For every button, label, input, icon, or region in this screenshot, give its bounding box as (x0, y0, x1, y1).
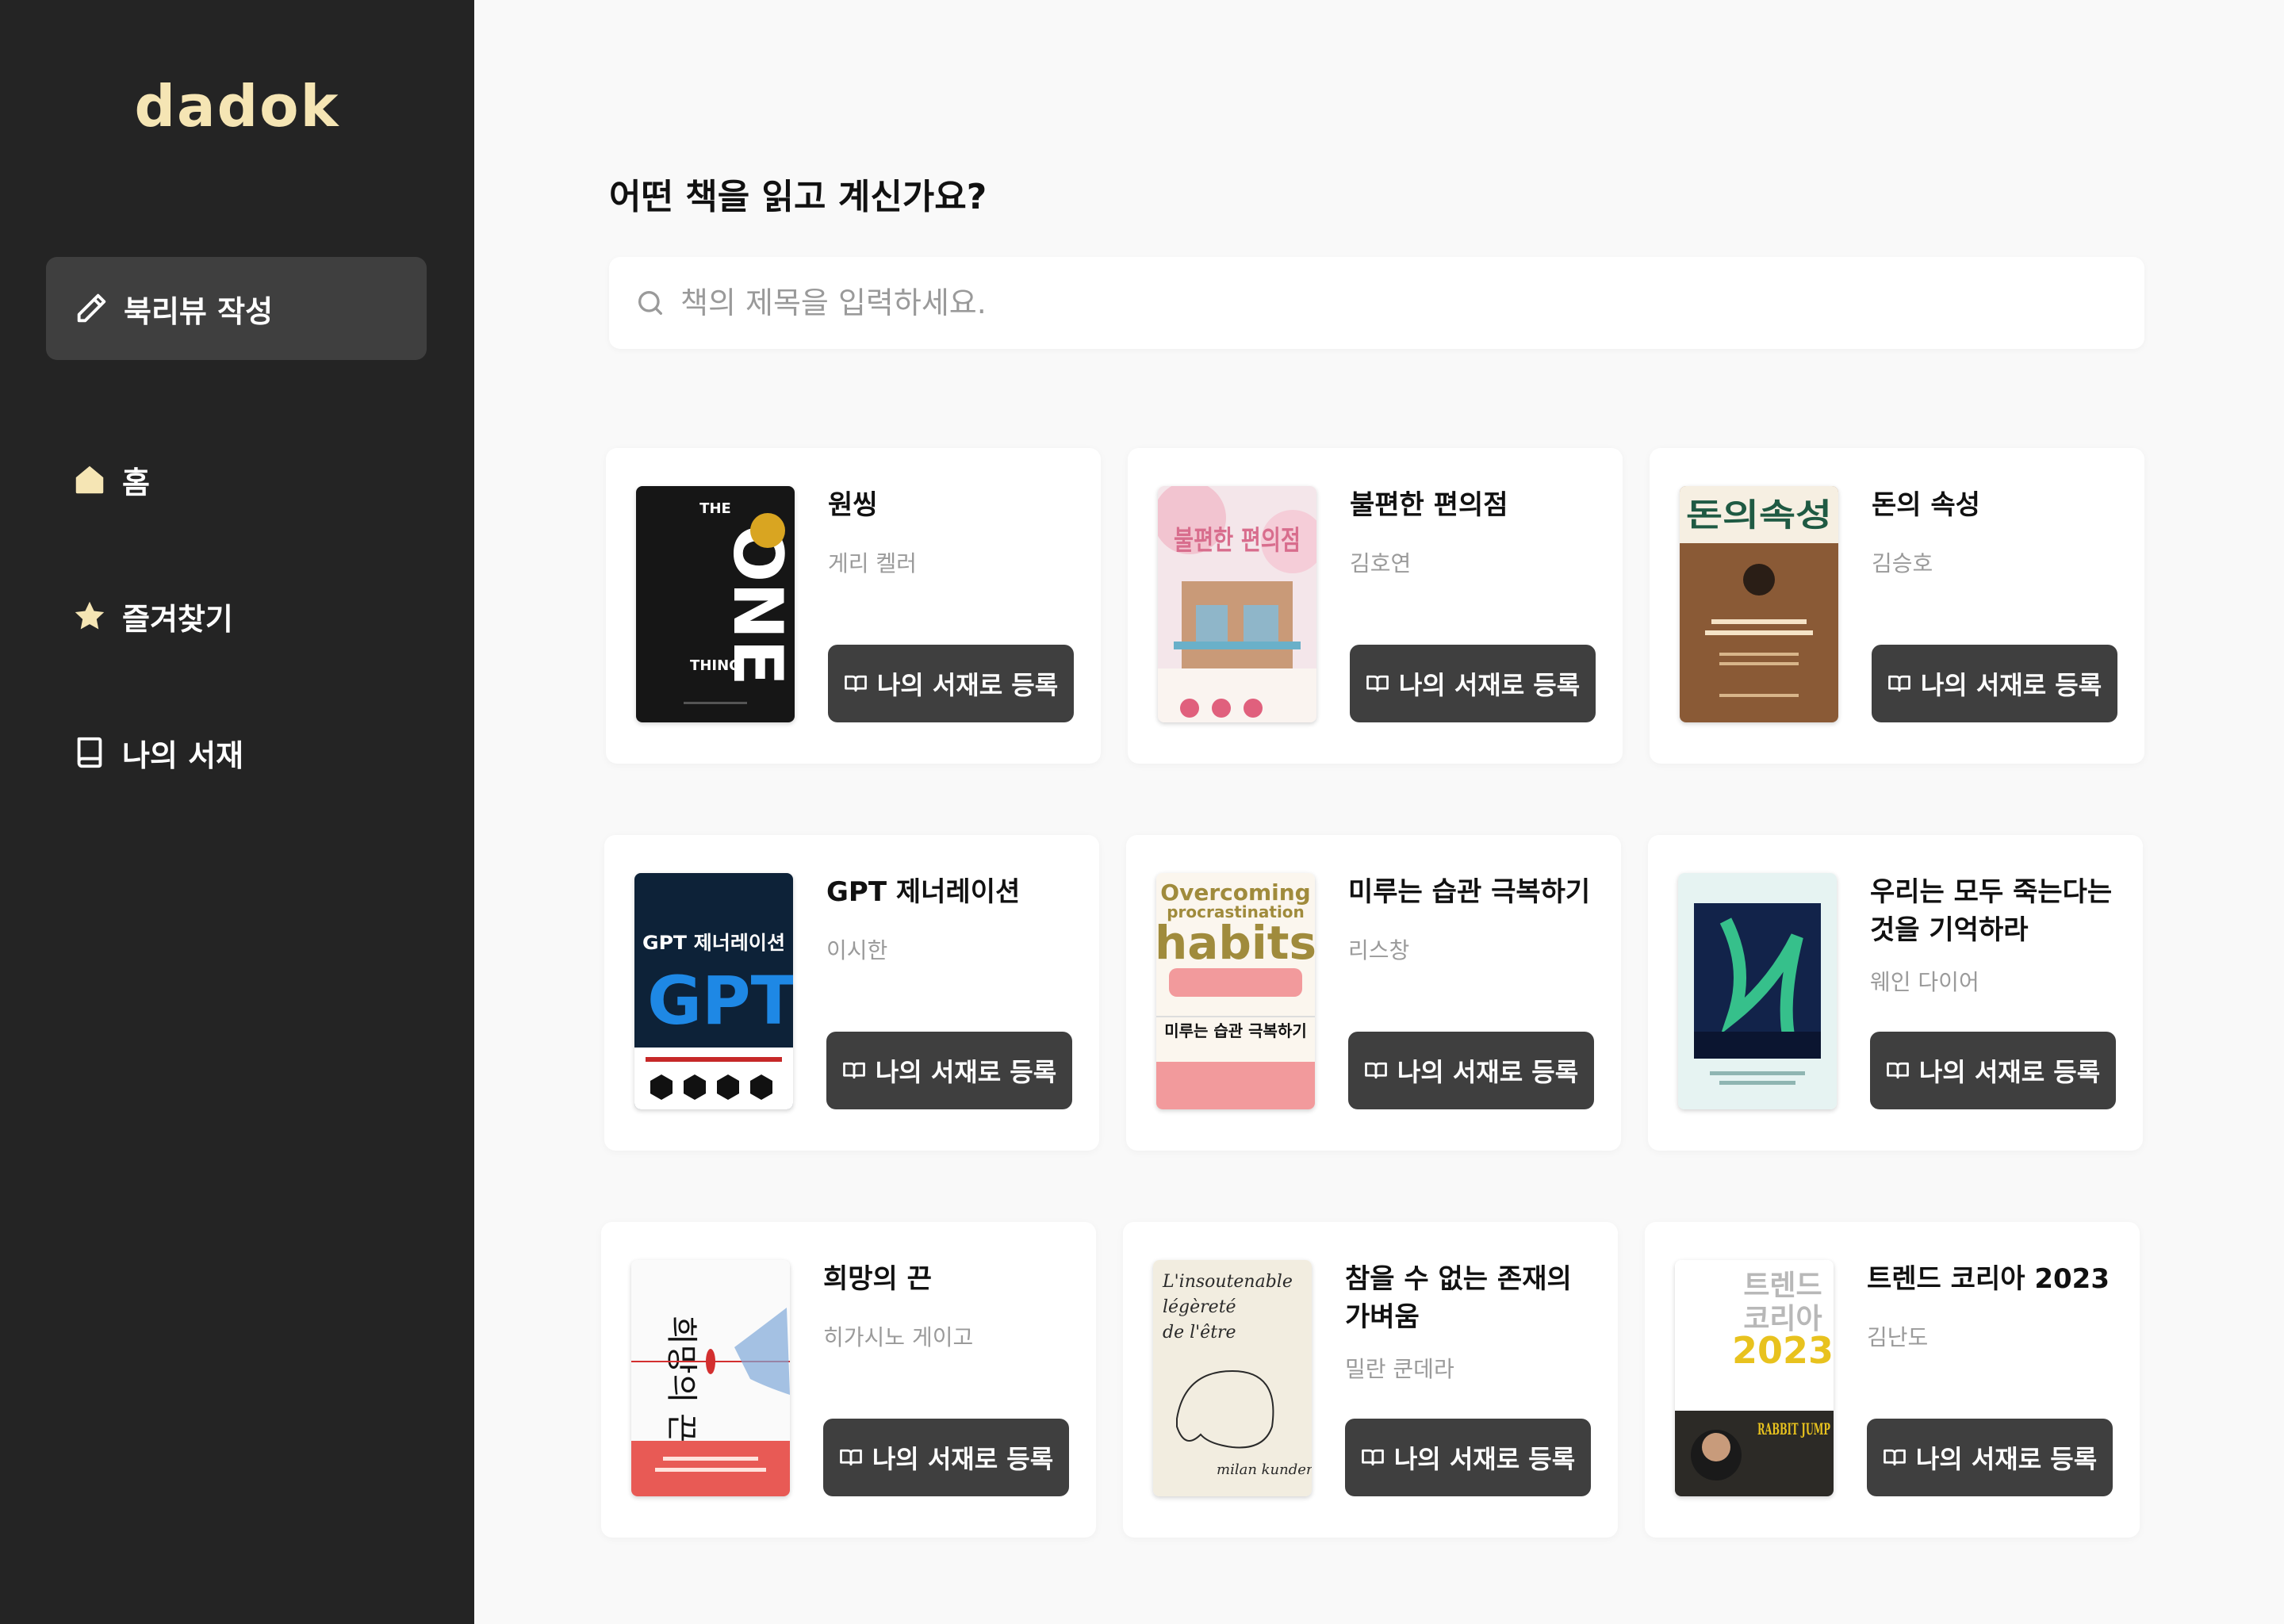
book-card[interactable]: GPT 제너레이션 GPT GPT 제너레이션 이시한 나의 서재로 등록 (604, 835, 1099, 1151)
add-to-library-button[interactable]: 나의 서재로 등록 (828, 645, 1074, 722)
book-author: 웨인 다이어 (1870, 969, 1979, 995)
book-card[interactable]: 희망의 끈 희망의 끈 히가시노 게이고 나의 서재로 등록 (601, 1222, 1096, 1538)
add-to-library-button[interactable]: 나의 서재로 등록 (823, 1419, 1069, 1496)
sidebar-item-label: 즐겨찾기 (122, 601, 233, 637)
open-book-icon (1886, 1059, 1910, 1082)
bookshelf-icon (71, 734, 108, 771)
page-title: 어떤 책을 읽고 계신가요? (609, 177, 987, 217)
search-bar (609, 257, 2144, 349)
book-title: 희망의 끈 (823, 1263, 932, 1295)
book-author: 게리 켈러 (828, 550, 917, 576)
add-to-library-label: 나의 서재로 등록 (1393, 1444, 1576, 1474)
sidebar-item-my-library[interactable]: 나의 서재 (71, 725, 243, 780)
svg-text:GPT: GPT (647, 962, 793, 1040)
book-title: GPT 제너레이션 (826, 876, 1021, 908)
sidebar-item-home[interactable]: 홈 (71, 452, 150, 508)
svg-text:L'insoutenable: L'insoutenable (1162, 1272, 1293, 1292)
svg-text:GPT 제너레이션: GPT 제너레이션 (642, 932, 785, 954)
book-author: 김승호 (1872, 550, 1933, 576)
add-to-library-label: 나의 서재로 등록 (1397, 1057, 1579, 1087)
svg-text:RABBIT JUMP: RABBIT JUMP (1757, 1419, 1830, 1438)
add-to-library-button[interactable]: 나의 서재로 등록 (1872, 645, 2117, 722)
book-card[interactable]: 돈의속성 돈의 속성 김승호 나의 서재로 등록 (1650, 448, 2144, 764)
open-book-icon (839, 1446, 863, 1469)
svg-text:de l'être: de l'être (1163, 1323, 1236, 1342)
pencil-icon (73, 290, 109, 327)
book-author: 이시한 (826, 937, 888, 963)
svg-text:THE: THE (699, 500, 731, 517)
book-author: 김호연 (1350, 550, 1412, 576)
add-to-library-label: 나의 서재로 등록 (1918, 1057, 2101, 1087)
book-title: 돈의 속성 (1872, 489, 1980, 521)
app-logo[interactable]: dadok (0, 73, 474, 140)
add-to-library-label: 나의 서재로 등록 (1398, 670, 1581, 700)
add-to-library-button[interactable]: 나의 서재로 등록 (826, 1032, 1072, 1109)
book-cover[interactable]: 돈의속성 (1680, 486, 1838, 722)
add-to-library-label: 나의 서재로 등록 (872, 1444, 1054, 1474)
open-book-icon (1887, 672, 1911, 695)
book-title: 참을 수 없는 존재의 가벼움 (1345, 1263, 1572, 1333)
book-author: 히가시노 게이고 (823, 1324, 974, 1350)
search-icon (634, 287, 666, 319)
svg-text:트렌드: 트렌드 (1743, 1270, 1822, 1302)
book-cover[interactable]: GPT 제너레이션 GPT (634, 873, 793, 1109)
open-book-icon (1366, 672, 1389, 695)
book-cover[interactable]: L'insoutenable légèreté de l'être milan … (1153, 1260, 1312, 1496)
book-card[interactable]: 트렌드 코리아 2023 RABBIT JUMP 트렌드 코리아 2023 김난… (1645, 1222, 2140, 1538)
svg-text:2023: 2023 (1732, 1329, 1834, 1372)
star-icon (71, 598, 108, 634)
svg-text:돈의속성: 돈의속성 (1686, 497, 1832, 534)
book-title: 미루는 습관 극복하기 (1348, 876, 1591, 908)
book-author: 밀란 쿤데라 (1345, 1356, 1454, 1382)
sidebar: dadok 북리뷰 작성 홈 즐겨찾기 나의 서재 (0, 0, 474, 1624)
book-cover[interactable]: Overcoming procrastination habits 미루는 습관… (1156, 873, 1315, 1109)
book-card[interactable]: Overcoming procrastination habits 미루는 습관… (1126, 835, 1621, 1151)
book-title: 트렌드 코리아 2023 (1867, 1263, 2110, 1295)
book-card[interactable]: 우리는 모두 죽는다는 것을 기억하라 웨인 다이어 나의 서재로 등록 (1648, 835, 2143, 1151)
book-cover[interactable]: 트렌드 코리아 2023 RABBIT JUMP (1675, 1260, 1834, 1496)
add-to-library-label: 나의 서재로 등록 (1915, 1444, 2098, 1474)
book-author: 리스창 (1348, 937, 1410, 963)
book-title: 불편한 편의점 (1350, 489, 1508, 521)
add-to-library-button[interactable]: 나의 서재로 등록 (1350, 645, 1596, 722)
open-book-icon (1361, 1446, 1385, 1469)
write-review-label: 북리뷰 작성 (124, 293, 274, 329)
open-book-icon (1883, 1446, 1907, 1469)
add-to-library-label: 나의 서재로 등록 (876, 670, 1059, 700)
sidebar-item-label: 나의 서재 (122, 737, 244, 773)
book-cover[interactable]: 불편한 편의점 (1158, 486, 1316, 722)
add-to-library-button[interactable]: 나의 서재로 등록 (1867, 1419, 2113, 1496)
svg-text:미루는 습관 극복하기: 미루는 습관 극복하기 (1164, 1021, 1307, 1040)
open-book-icon (844, 672, 868, 695)
book-author: 김난도 (1867, 1324, 1929, 1350)
svg-text:légèreté: légèreté (1163, 1297, 1236, 1317)
sidebar-item-label: 홈 (122, 465, 150, 500)
svg-text:희망의 끈: 희망의 끈 (663, 1316, 699, 1442)
search-input[interactable] (679, 285, 2110, 321)
add-to-library-button[interactable]: 나의 서재로 등록 (1345, 1419, 1591, 1496)
book-cover[interactable] (1678, 873, 1837, 1109)
svg-text:THING: THING (690, 657, 741, 674)
book-card[interactable]: THE ONE THING 원씽 게리 켈러 나의 서재로 등록 (606, 448, 1101, 764)
add-to-library-label: 나의 서재로 등록 (1920, 670, 2102, 700)
book-title: 원씽 (828, 489, 878, 521)
sidebar-item-favorites[interactable]: 즐겨찾기 (71, 588, 233, 644)
book-title: 우리는 모두 죽는다는 것을 기억하라 (1870, 876, 2113, 946)
write-review-button[interactable]: 북리뷰 작성 (46, 257, 427, 360)
add-to-library-button[interactable]: 나의 서재로 등록 (1870, 1032, 2116, 1109)
home-icon (71, 462, 108, 498)
svg-text:habits: habits (1156, 916, 1315, 970)
open-book-icon (842, 1059, 866, 1082)
svg-text:milan kundera: milan kundera (1217, 1461, 1312, 1478)
book-card[interactable]: 불편한 편의점 불편한 편의점 김호연 나의 서재로 등록 (1128, 448, 1623, 764)
add-to-library-button[interactable]: 나의 서재로 등록 (1348, 1032, 1594, 1109)
book-card[interactable]: L'insoutenable légèreté de l'être milan … (1123, 1222, 1618, 1538)
add-to-library-label: 나의 서재로 등록 (875, 1057, 1057, 1087)
svg-text:불편한 편의점: 불편한 편의점 (1174, 525, 1301, 557)
book-cover[interactable]: 희망의 끈 (631, 1260, 790, 1496)
book-cover[interactable]: THE ONE THING (636, 486, 795, 722)
open-book-icon (1364, 1059, 1388, 1082)
